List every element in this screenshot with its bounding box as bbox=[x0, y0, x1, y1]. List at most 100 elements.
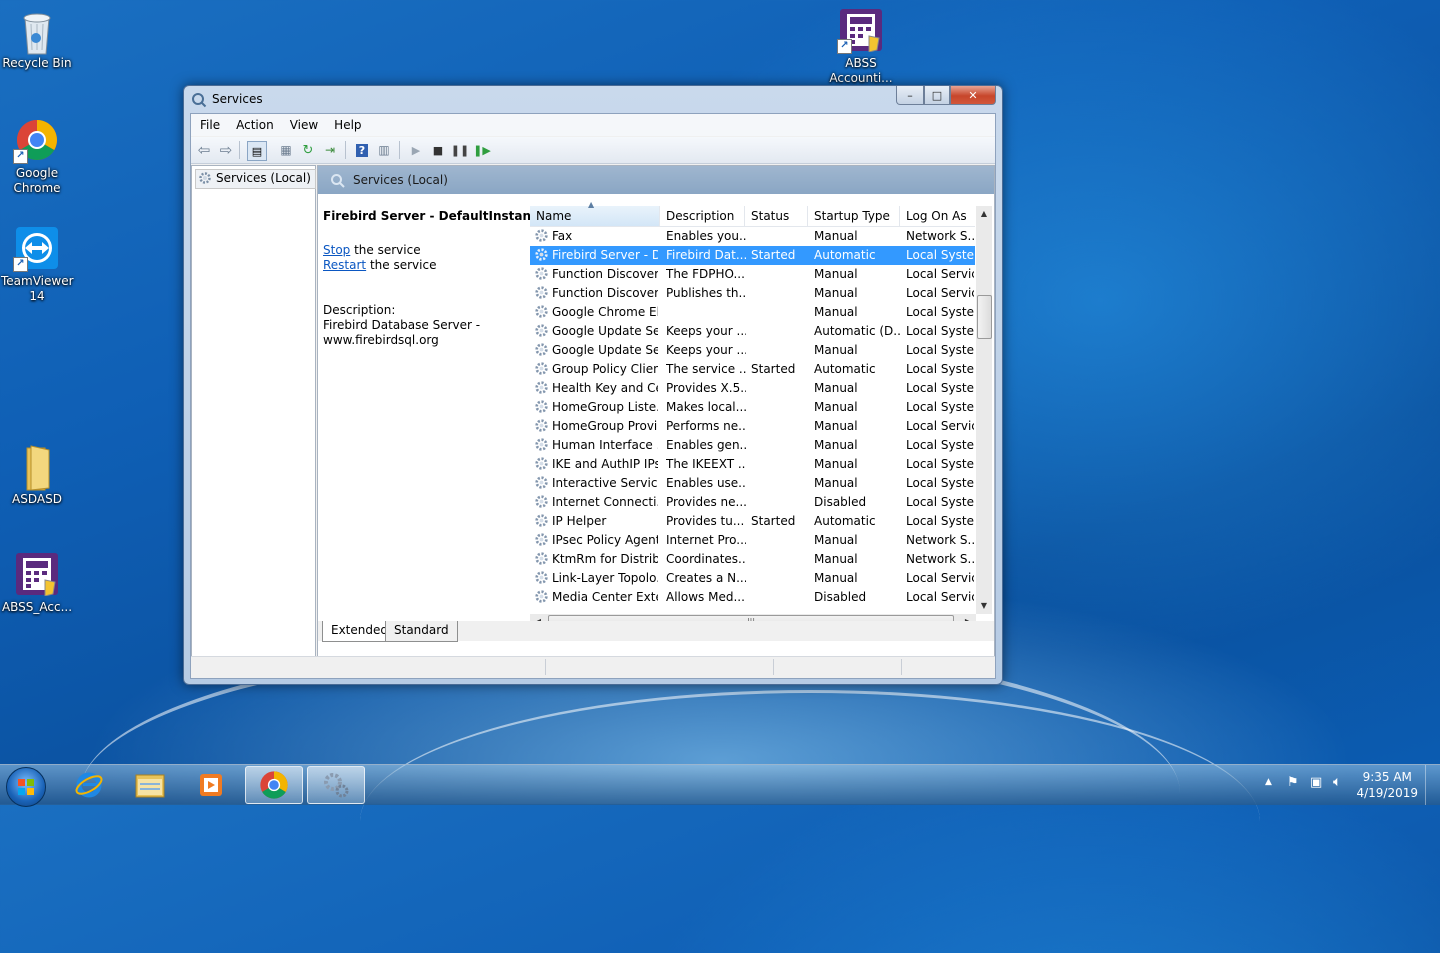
shortcut-arrow-icon: ↗ bbox=[837, 39, 852, 54]
cell-description: Allows Med... bbox=[666, 590, 745, 604]
service-row[interactable]: IPsec Policy Agent Internet Pro... Manual N… bbox=[530, 531, 975, 550]
help-icon: ? bbox=[355, 143, 369, 157]
column-header-description[interactable]: Description bbox=[660, 206, 745, 226]
console-tree: Services (Local) bbox=[191, 165, 316, 657]
cell-description: Internet Pro... bbox=[666, 533, 746, 547]
service-gear-icon bbox=[535, 381, 548, 394]
pause-service-button[interactable]: ❚❚ bbox=[451, 141, 469, 159]
restart-service-link[interactable]: Restart bbox=[323, 258, 366, 272]
export-list-button[interactable]: ⇥ bbox=[321, 141, 339, 159]
service-row[interactable]: Human Interface ... Enables gen... Manual L… bbox=[530, 436, 975, 455]
properties-button[interactable]: ▦ bbox=[277, 141, 295, 159]
list-rows: Fax Enables you... Manual Network S... Fireb… bbox=[530, 227, 975, 613]
service-row[interactable]: IP Helper Provides tu... Started Automatic L… bbox=[530, 512, 975, 531]
taskbar: ▲ ⚑ ▣ 🔈︎ 9:35 AM 4/19/2019 bbox=[0, 764, 1440, 807]
menu-help[interactable]: Help bbox=[325, 114, 368, 136]
wallpaper-swoosh bbox=[360, 690, 1260, 953]
desktop-icon-google-chrome[interactable]: ↗ Google Chrome bbox=[1, 118, 73, 196]
forward-button[interactable]: ⇨ bbox=[217, 141, 235, 159]
maximize-button[interactable]: □ bbox=[924, 86, 950, 105]
clock[interactable]: 9:35 AM 4/19/2019 bbox=[1356, 769, 1418, 801]
service-row[interactable]: Firebird Server - D... Firebird Dat... Sta… bbox=[530, 246, 975, 265]
cell-name: IKE and AuthIP IPs... bbox=[552, 457, 658, 471]
vertical-scrollbar[interactable]: ▲ ▼ bbox=[976, 206, 992, 614]
cell-startup: Automatic bbox=[814, 248, 876, 262]
internet-explorer-icon bbox=[75, 772, 103, 798]
service-row[interactable]: Function Discover... The FDPHO... Manual Lo… bbox=[530, 265, 975, 284]
start-service-button[interactable]: ▶ bbox=[407, 141, 425, 159]
show-console-tree-button[interactable]: ▤ bbox=[247, 141, 267, 161]
tab-label: Standard bbox=[394, 623, 449, 637]
close-button[interactable]: ✕ bbox=[950, 86, 996, 105]
desktop-icon-asdasd-folder[interactable]: ASDASD bbox=[1, 444, 73, 507]
taskbar-services[interactable] bbox=[307, 766, 365, 804]
service-gear-icon bbox=[535, 343, 548, 356]
service-row[interactable]: Google Chrome El... Manual Local Syste... bbox=[530, 303, 975, 322]
cell-status: Started bbox=[751, 362, 796, 376]
column-header-startup-type[interactable]: Startup Type bbox=[808, 206, 900, 226]
refresh-button[interactable]: ↻ bbox=[299, 141, 317, 159]
cell-logon: Local Syste... bbox=[906, 495, 974, 509]
service-row[interactable]: IKE and AuthIP IPs... The IKEEXT ... Manua… bbox=[530, 455, 975, 474]
minimize-button[interactable]: – bbox=[896, 86, 924, 105]
console-tree-icon: ▤ bbox=[251, 144, 263, 158]
title-bar[interactable]: Services – □ ✕ bbox=[184, 86, 1002, 112]
show-hidden-icons-icon[interactable]: ▲ bbox=[1265, 777, 1272, 787]
taskbar-media-player[interactable] bbox=[182, 766, 240, 804]
service-row[interactable]: Media Center Exte... Allows Med... Disable… bbox=[530, 588, 975, 607]
vertical-scroll-thumb[interactable] bbox=[977, 295, 992, 339]
desktop-icon-abss-accounting[interactable]: ↗ ABSS Accounti... bbox=[825, 8, 897, 86]
scroll-up-arrow-icon[interactable]: ▲ bbox=[976, 206, 992, 222]
sort-ascending-icon: ▲ bbox=[588, 200, 595, 209]
tree-item-services-local[interactable]: Services (Local) bbox=[195, 169, 316, 189]
show-hide-action-pane-button[interactable]: ▥ bbox=[375, 141, 393, 159]
service-row[interactable]: Interactive Service... Enables use... Manu… bbox=[530, 474, 975, 493]
service-row[interactable]: Google Update Se... Keeps your ... Automat… bbox=[530, 322, 975, 341]
service-row[interactable]: Internet Connecti... Provides ne... Disabl… bbox=[530, 493, 975, 512]
restart-line-text: the service bbox=[366, 258, 437, 272]
column-header-name[interactable]: ▲ Name bbox=[530, 200, 660, 226]
menu-action[interactable]: Action bbox=[227, 114, 281, 136]
desktop-icon-label: Google Chrome bbox=[13, 166, 61, 195]
back-button[interactable]: ⇦ bbox=[195, 141, 213, 159]
taskbar-google-chrome[interactable] bbox=[245, 766, 303, 804]
service-row[interactable]: Function Discover... Publishes th... Manua… bbox=[530, 284, 975, 303]
service-row[interactable]: Fax Enables you... Manual Network S... bbox=[530, 227, 975, 246]
scroll-down-arrow-icon[interactable]: ▼ bbox=[976, 598, 992, 614]
stop-service-link[interactable]: Stop bbox=[323, 243, 350, 257]
service-row[interactable]: HomeGroup Liste... Makes local... Manual Lo… bbox=[530, 398, 975, 417]
restart-line: Restart the service bbox=[323, 258, 436, 272]
recycle-bin-icon bbox=[15, 8, 59, 55]
service-row[interactable]: KtmRm for Distrib... Coordinates... Manual… bbox=[530, 550, 975, 569]
desktop-icon-label: ABSS Accounti... bbox=[829, 56, 893, 85]
show-desktop-button[interactable] bbox=[1425, 765, 1440, 805]
service-gear-icon bbox=[535, 362, 548, 375]
volume-icon[interactable]: 🔈︎ bbox=[1333, 774, 1341, 790]
system-tray: ▲ ⚑ ▣ 🔈︎ 9:35 AM 4/19/2019 bbox=[1250, 765, 1440, 805]
windows-logo-icon bbox=[18, 779, 34, 795]
column-header-status[interactable]: Status bbox=[745, 206, 808, 226]
help-button[interactable]: ? bbox=[353, 141, 371, 159]
service-row[interactable]: Health Key and Ce... Provides X.5... Manua… bbox=[530, 379, 975, 398]
start-button[interactable] bbox=[6, 767, 46, 807]
cell-startup: Manual bbox=[814, 419, 858, 433]
service-row[interactable]: HomeGroup Provi... Performs ne... Manual Lo… bbox=[530, 417, 975, 436]
cell-startup: Manual bbox=[814, 343, 858, 357]
action-center-flag-icon[interactable]: ⚑ bbox=[1287, 775, 1299, 790]
tab-standard[interactable]: Standard bbox=[385, 621, 458, 642]
desktop-icon-recycle-bin[interactable]: Recycle Bin bbox=[1, 8, 73, 71]
menu-view[interactable]: View bbox=[281, 114, 325, 136]
network-icon[interactable]: ▣ bbox=[1310, 775, 1322, 790]
taskbar-file-explorer[interactable] bbox=[121, 766, 179, 804]
menu-file[interactable]: File bbox=[191, 114, 227, 136]
close-icon: ✕ bbox=[968, 88, 978, 102]
restart-service-button[interactable]: ❚▶ bbox=[473, 141, 491, 159]
taskbar-internet-explorer[interactable] bbox=[60, 766, 118, 804]
stop-service-button[interactable]: ■ bbox=[429, 141, 447, 159]
desktop-icon-abss-acc[interactable]: ABSS_Acc... bbox=[1, 552, 73, 615]
column-header-log-on-as[interactable]: Log On As bbox=[900, 206, 975, 226]
service-row[interactable]: Group Policy Client The service ... Starte… bbox=[530, 360, 975, 379]
service-row[interactable]: Google Update Se... Keeps your ... Manual L… bbox=[530, 341, 975, 360]
service-row[interactable]: Link-Layer Topolo... Creates a N... Manual… bbox=[530, 569, 975, 588]
desktop-icon-teamviewer[interactable]: ↗ TeamViewer 14 bbox=[1, 226, 74, 304]
